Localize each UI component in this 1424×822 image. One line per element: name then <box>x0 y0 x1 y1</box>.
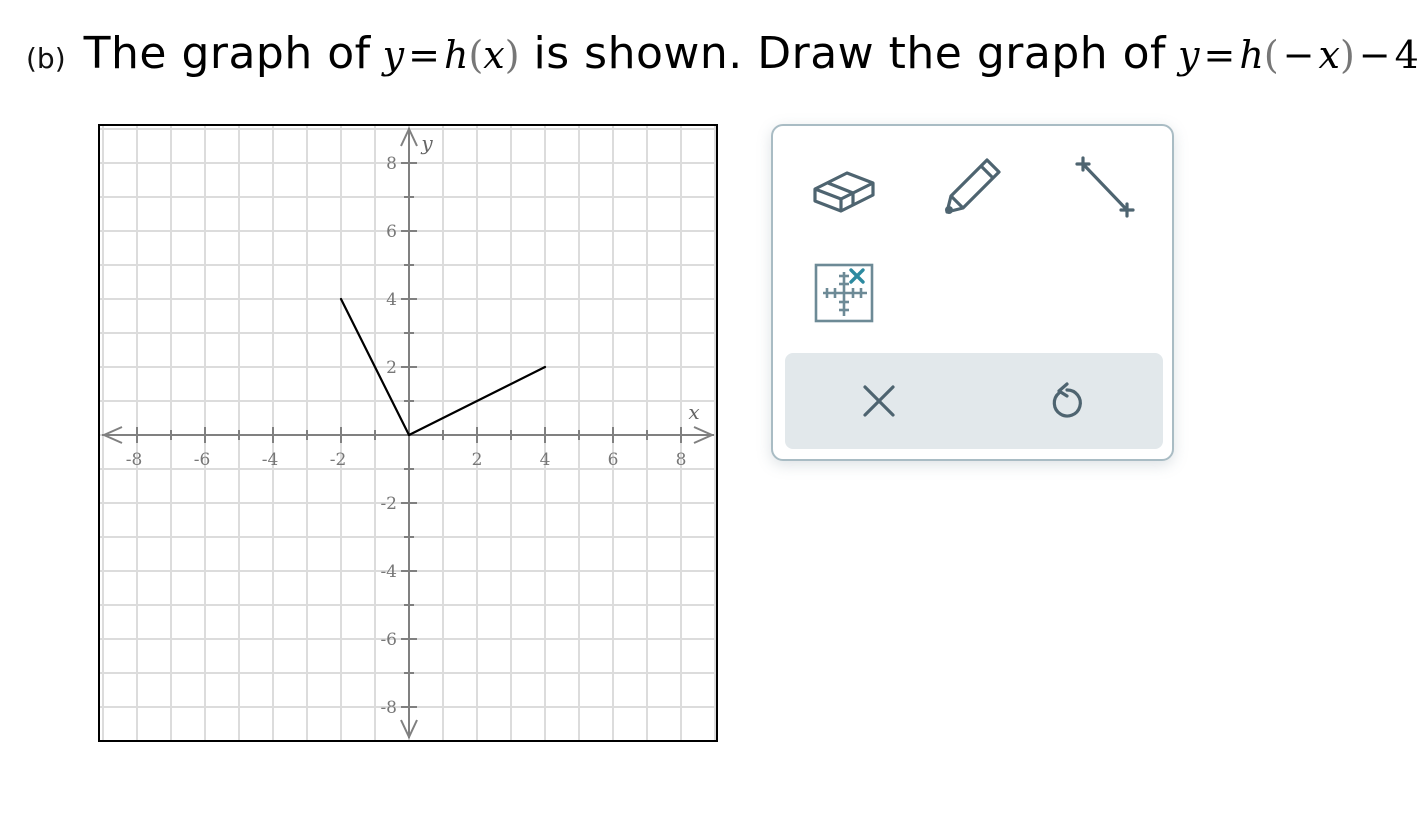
graph-toolbox <box>771 124 1174 461</box>
pencil-icon <box>945 158 1001 214</box>
y-tick-label: 4 <box>386 290 397 310</box>
part-label: (b) <box>26 42 66 75</box>
x-tick-label: 4 <box>540 450 551 470</box>
eraser-tool-button[interactable] <box>805 148 883 226</box>
y-tick-label: -6 <box>380 630 397 650</box>
math-y-equals-h-of-x: y = h(x) <box>382 33 520 77</box>
question-prompt: (b) The graph of y = h(x) is shown. Draw t… <box>26 28 1424 88</box>
graph-canvas[interactable]: -8 -6 -4 -2 2 4 6 8 8 6 4 2 -2 -4 -6 -8 x y <box>98 124 718 742</box>
x-tick-label: 2 <box>472 450 483 470</box>
y-tick-label: 6 <box>386 222 397 242</box>
math-y-equals-h-of-neg-x-minus-4: y = h(− x) −4 <box>1178 33 1419 77</box>
x-axis-label: x <box>688 400 699 424</box>
x-tick-label: 8 <box>676 450 687 470</box>
x-tick-label: -4 <box>262 450 279 470</box>
action-bar <box>785 353 1163 449</box>
x-tick-label: -2 <box>330 450 347 470</box>
undo-button[interactable] <box>1031 365 1103 437</box>
y-tick-label: 8 <box>386 154 397 174</box>
pencil-tool-button[interactable] <box>933 148 1011 226</box>
eraser-icon <box>813 171 875 213</box>
y-tick-label: -2 <box>380 494 397 514</box>
line-segment-tool-button[interactable] <box>1065 148 1143 226</box>
x-tick-label: -6 <box>194 450 211 470</box>
y-tick-label: -4 <box>380 562 397 582</box>
undo-icon <box>1052 382 1082 418</box>
y-tick-label: 2 <box>386 358 397 378</box>
question-text-start: The graph of <box>83 28 371 79</box>
point-plot-tool-button[interactable] <box>805 254 883 332</box>
clear-button[interactable] <box>843 365 915 437</box>
coordinate-plane[interactable]: -8 -6 -4 -2 2 4 6 8 8 6 4 2 -2 -4 -6 -8 x y <box>100 126 716 740</box>
clear-icon <box>863 385 895 417</box>
point-plot-icon <box>814 263 874 323</box>
line-segment-icon <box>1075 156 1135 218</box>
x-tick-label: 6 <box>608 450 619 470</box>
x-tick-label: -8 <box>126 450 143 470</box>
question-text-middle: is shown. Draw the graph of <box>533 28 1167 79</box>
y-tick-label: -8 <box>380 698 397 718</box>
y-axis-label: y <box>420 131 433 155</box>
